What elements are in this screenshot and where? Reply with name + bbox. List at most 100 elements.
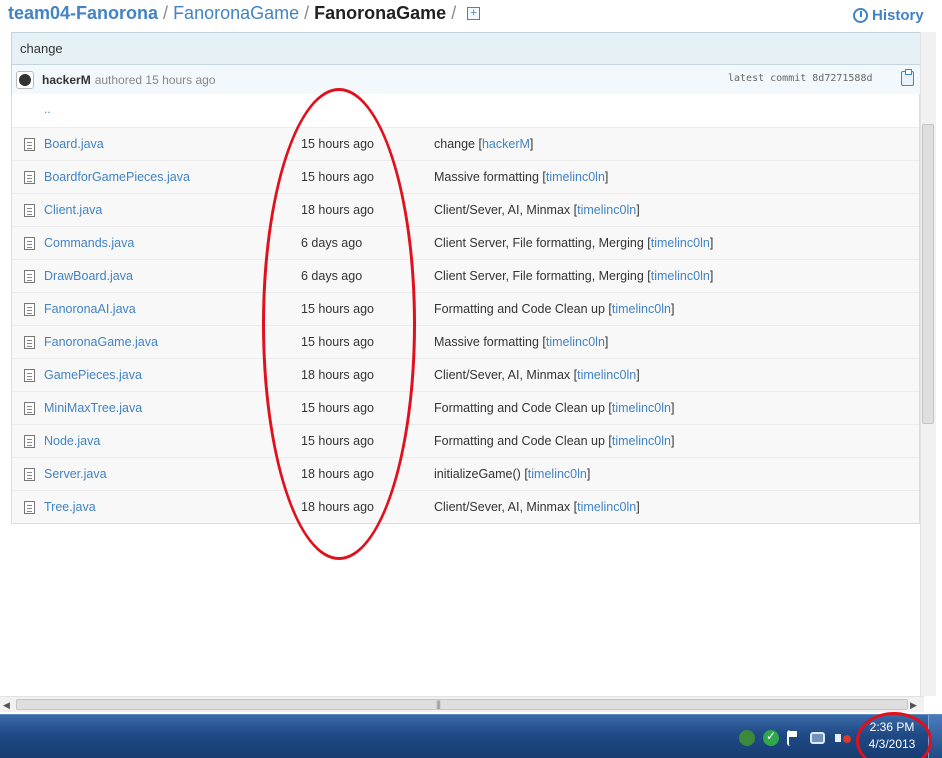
file-name-link[interactable]: Client.java xyxy=(44,203,102,217)
file-commit-message: Client/Sever, AI, Minmax [timelinc0ln] xyxy=(434,500,640,514)
file-icon xyxy=(24,303,35,316)
show-desktop-button[interactable] xyxy=(928,715,942,758)
file-name-link[interactable]: Tree.java xyxy=(44,500,96,514)
clock-time: 2:36 PM xyxy=(869,720,915,734)
file-icon xyxy=(24,204,35,217)
file-name-link[interactable]: Node.java xyxy=(44,434,100,448)
commit-author[interactable]: hackerM xyxy=(42,73,91,87)
commit-message-text[interactable]: Client Server, File formatting, Merging xyxy=(434,269,644,283)
table-row: MiniMaxTree.java 15 hours ago Formatting a… xyxy=(12,391,919,424)
commit-author-link[interactable]: timelinc0ln xyxy=(612,401,671,415)
commit-author-link[interactable]: timelinc0ln xyxy=(577,368,636,382)
table-row: Server.java 18 hours ago initializeGame() … xyxy=(12,457,919,490)
commit-message-text[interactable]: Formatting and Code Clean up xyxy=(434,434,605,448)
file-commit-message: change [hackerM] xyxy=(434,137,534,151)
table-row: FanoronaGame.java 15 hours ago Massive for… xyxy=(12,325,919,358)
table-row: Tree.java 18 hours ago Client/Sever, AI, M… xyxy=(12,490,919,523)
scroll-right-arrow-icon[interactable]: ▶ xyxy=(910,700,917,711)
file-icon xyxy=(24,402,35,415)
file-age: 15 hours ago xyxy=(301,335,374,349)
file-age: 6 days ago xyxy=(301,236,363,250)
file-icon xyxy=(24,171,35,184)
grip-icon: ||| xyxy=(436,699,441,709)
file-name-link[interactable]: DrawBoard.java xyxy=(44,269,133,283)
clock-date: 4/3/2013 xyxy=(868,737,916,751)
file-name-link[interactable]: FanoronaAI.java xyxy=(44,302,136,316)
file-table: .. Board.java 15 hours ago change [hackerM… xyxy=(11,94,920,524)
page: team04-Fanorona / FanoronaGame / Fanoron… xyxy=(0,0,942,758)
commit-message-text[interactable]: Client/Sever, AI, Minmax xyxy=(434,203,570,217)
commit-author-link[interactable]: timelinc0ln xyxy=(651,269,710,283)
clock-icon xyxy=(853,8,868,23)
file-age: 15 hours ago xyxy=(301,137,374,151)
file-name-link[interactable]: GamePieces.java xyxy=(44,368,142,382)
commit-author-link[interactable]: timelinc0ln xyxy=(612,302,671,316)
commit-message-text[interactable]: change xyxy=(434,137,475,151)
file-age: 18 hours ago xyxy=(301,368,374,382)
windows-taskbar: 2:36 PM 4/3/2013 xyxy=(0,714,942,758)
file-icon xyxy=(24,501,35,514)
table-row: FanoronaAI.java 15 hours ago Formatting an… xyxy=(12,292,919,325)
latest-commit-sha[interactable]: latest commit 8d7271588d xyxy=(728,73,873,84)
network-icon[interactable] xyxy=(810,732,825,744)
breadcrumb-current: FanoronaGame xyxy=(314,2,447,23)
history-label: History xyxy=(872,7,924,24)
file-age: 6 days ago xyxy=(301,269,363,283)
file-name-link[interactable]: FanoronaGame.java xyxy=(44,335,158,349)
parent-dir-link[interactable]: .. xyxy=(44,102,51,116)
commit-message-text[interactable]: initializeGame() xyxy=(434,467,521,481)
commit-author-link[interactable]: timelinc0ln xyxy=(651,236,710,250)
breadcrumb-separator: / xyxy=(163,2,169,23)
commit-author-link[interactable]: timelinc0ln xyxy=(528,467,587,481)
file-age: 18 hours ago xyxy=(301,500,374,514)
commit-message-text[interactable]: Massive formatting xyxy=(434,335,539,349)
commit-message-text[interactable]: Formatting and Code Clean up xyxy=(434,302,605,316)
file-name-link[interactable]: Commands.java xyxy=(44,236,134,250)
commit-message-text[interactable]: Client Server, File formatting, Merging xyxy=(434,236,644,250)
file-commit-message: Client/Sever, AI, Minmax [timelinc0ln] xyxy=(434,368,640,382)
clipboard-icon[interactable] xyxy=(901,69,914,86)
update-icon[interactable] xyxy=(739,730,755,746)
file-age: 15 hours ago xyxy=(301,170,374,184)
commit-author-link[interactable]: timelinc0ln xyxy=(577,500,636,514)
file-name-link[interactable]: MiniMaxTree.java xyxy=(44,401,142,415)
security-check-icon[interactable] xyxy=(763,729,779,746)
file-age: 18 hours ago xyxy=(301,467,374,481)
github-avatar-icon xyxy=(19,73,31,86)
commit-author-link[interactable]: timelinc0ln xyxy=(546,170,605,184)
file-commit-message: Formatting and Code Clean up [timelinc0l… xyxy=(434,434,675,448)
commit-message-text[interactable]: Massive formatting xyxy=(434,170,539,184)
system-clock[interactable]: 2:36 PM 4/3/2013 xyxy=(860,719,924,753)
action-center-flag-icon[interactable] xyxy=(787,730,797,746)
table-row: DrawBoard.java 6 days ago Client Server, F… xyxy=(12,259,919,292)
file-age: 18 hours ago xyxy=(301,203,374,217)
commit-message-text[interactable]: Formatting and Code Clean up xyxy=(434,401,605,415)
vertical-scrollbar-thumb[interactable] xyxy=(922,124,934,424)
commit-message-text[interactable]: Client/Sever, AI, Minmax xyxy=(434,368,570,382)
latest-commit-box: change hackerM authored 15 hours ago lat… xyxy=(11,32,924,94)
table-row: BoardforGamePieces.java 15 hours ago Massi… xyxy=(12,160,919,193)
breadcrumb-repo-link[interactable]: team04-Fanorona xyxy=(8,3,158,24)
commit-message-text[interactable]: Client/Sever, AI, Minmax xyxy=(434,500,570,514)
commit-author-link[interactable]: timelinc0ln xyxy=(577,203,636,217)
file-name-link[interactable]: Board.java xyxy=(44,137,104,151)
file-icon xyxy=(24,270,35,283)
history-button[interactable]: History xyxy=(853,7,924,24)
commit-author-link[interactable]: timelinc0ln xyxy=(612,434,671,448)
horizontal-scrollbar-thumb[interactable] xyxy=(16,699,908,710)
parent-dir-row[interactable]: .. xyxy=(12,94,919,127)
file-commit-message: Massive formatting [timelinc0ln] xyxy=(434,335,609,349)
avatar[interactable] xyxy=(16,70,34,89)
volume-muted-icon[interactable] xyxy=(835,730,851,746)
breadcrumb-folder-link[interactable]: FanoronaGame xyxy=(173,3,299,24)
commit-title[interactable]: change xyxy=(12,33,924,65)
file-name-link[interactable]: BoardforGamePieces.java xyxy=(44,170,190,184)
file-name-link[interactable]: Server.java xyxy=(44,467,107,481)
horizontal-scrollbar[interactable]: ◀ ||| ▶ xyxy=(0,696,924,712)
commit-author-link[interactable]: timelinc0ln xyxy=(546,335,605,349)
new-file-icon[interactable]: + xyxy=(467,6,481,20)
file-icon xyxy=(24,369,35,382)
scroll-left-arrow-icon[interactable]: ◀ xyxy=(3,700,10,711)
file-age: 15 hours ago xyxy=(301,302,374,316)
commit-author-link[interactable]: hackerM xyxy=(482,137,530,151)
